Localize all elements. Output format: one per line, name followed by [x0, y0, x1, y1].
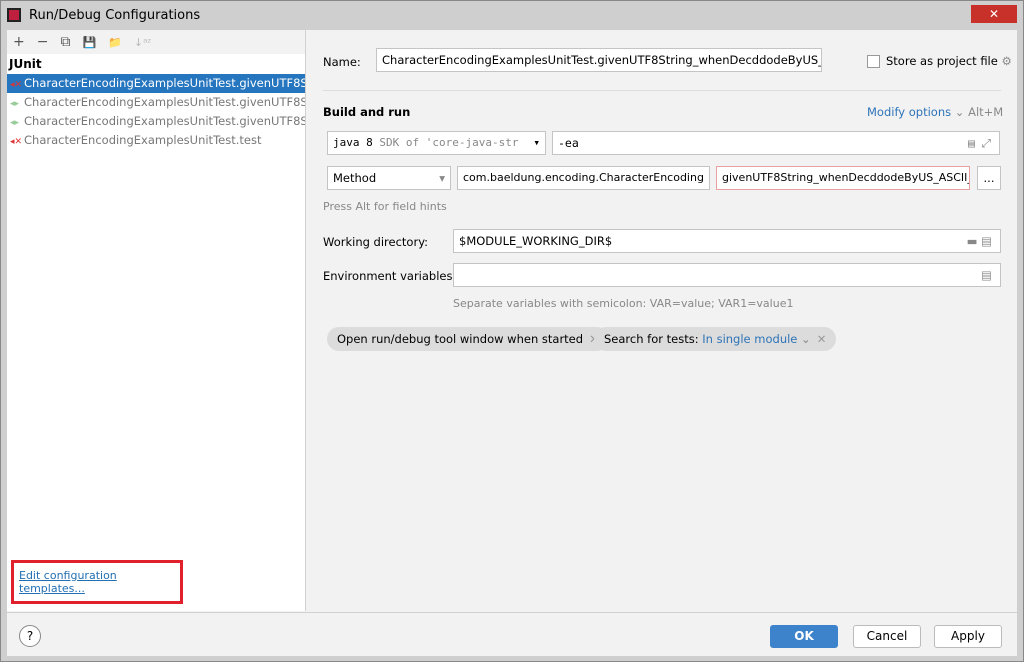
- modify-options-link[interactable]: Modify options ⌄ Alt+M: [867, 105, 1003, 119]
- config-item[interactable]: ◂✕ CharacterEncodingExamplesUnitTest.test: [7, 131, 305, 150]
- config-sidebar: + − ⧉ 💾 📁 ↓ᵃᶻ JUnit ◂✕ CharacterEncodingE…: [7, 30, 306, 611]
- vm-options-input[interactable]: -ea ▤ ⤢: [552, 131, 1000, 155]
- chip-search-tests[interactable]: Search for tests: In single module ⌄ ✕: [594, 327, 837, 351]
- test-icon: ◂▸: [10, 99, 20, 109]
- add-icon[interactable]: +: [13, 34, 25, 50]
- sort-icon[interactable]: ↓ᵃᶻ: [134, 36, 152, 49]
- dialog-window: Run/Debug Configurations ✕ + − ⧉ 💾 📁 ↓ᵃᶻ…: [0, 0, 1024, 662]
- dialog-footer: ? OK Cancel Apply: [7, 612, 1017, 656]
- ok-button[interactable]: OK: [770, 625, 838, 648]
- cancel-button[interactable]: Cancel: [853, 625, 921, 648]
- test-error-icon: ◂✕: [10, 137, 23, 147]
- folder-icon: ▬ ▤: [966, 234, 992, 248]
- dropdown-arrow-icon: ▾: [439, 171, 445, 185]
- tree-group-junit[interactable]: JUnit: [7, 54, 305, 74]
- save-icon[interactable]: 💾: [82, 36, 96, 49]
- apply-button[interactable]: Apply: [934, 625, 1002, 648]
- section-title: Build and run: [323, 105, 411, 119]
- title-bar: Run/Debug Configurations ✕: [1, 1, 1023, 29]
- new-folder-icon[interactable]: 📁: [108, 36, 122, 49]
- edit-templates-link[interactable]: Edit configuration templates...: [11, 560, 183, 604]
- test-icon: ◂▸: [10, 118, 20, 128]
- divider: [323, 90, 1001, 91]
- window-title: Run/Debug Configurations: [29, 7, 201, 23]
- chip-open-tool-window[interactable]: Open run/debug tool window when started✕: [327, 327, 609, 351]
- env-hint: Separate variables with semicolon: VAR=v…: [453, 297, 794, 310]
- field-hint: Press Alt for field hints: [323, 200, 447, 213]
- help-button[interactable]: ?: [19, 625, 41, 647]
- config-form: Name: CharacterEncodingExamplesUnitTest.…: [307, 30, 1017, 611]
- test-kind-select[interactable]: Method ▾: [327, 166, 451, 190]
- expand-icon: ▤ ⤢: [967, 136, 991, 150]
- app-icon: [7, 8, 21, 22]
- config-item[interactable]: ◂✕ CharacterEncodingExamplesUnitTest.give…: [7, 74, 305, 93]
- edit-icon: ▤: [981, 268, 992, 282]
- class-input[interactable]: com.baeldung.encoding.CharacterEncoding: [457, 166, 710, 190]
- test-error-icon: ◂✕: [10, 80, 23, 90]
- env-label: Environment variables:: [323, 269, 457, 283]
- store-project-checkbox[interactable]: Store as project file ⚙: [867, 54, 1012, 68]
- workdir-label: Working directory:: [323, 235, 429, 249]
- config-item[interactable]: ◂▸ CharacterEncodingExamplesUnitTest.give…: [7, 93, 305, 112]
- jre-select[interactable]: java 8 SDK of 'core-java-str ▾: [327, 131, 546, 155]
- env-input[interactable]: ▤: [453, 263, 1001, 287]
- browse-button[interactable]: ...: [977, 166, 1001, 190]
- remove-icon: ✕: [816, 332, 827, 346]
- gear-icon[interactable]: ⚙: [1001, 54, 1011, 68]
- name-label: Name:: [323, 55, 361, 69]
- workdir-input[interactable]: $MODULE_WORKING_DIR$ ▬ ▤: [453, 229, 1001, 253]
- config-item[interactable]: ◂▸ CharacterEncodingExamplesUnitTest.give…: [7, 112, 305, 131]
- remove-icon[interactable]: −: [37, 34, 49, 50]
- method-input[interactable]: givenUTF8String_whenDecddodeByUS_ASCII_t…: [716, 166, 970, 190]
- sidebar-toolbar: + − ⧉ 💾 📁 ↓ᵃᶻ: [7, 30, 305, 54]
- dropdown-arrow-icon: ▾: [533, 136, 540, 149]
- copy-icon[interactable]: ⧉: [60, 34, 70, 50]
- close-button[interactable]: ✕: [971, 5, 1017, 23]
- name-input[interactable]: CharacterEncodingExamplesUnitTest.givenU…: [376, 48, 822, 72]
